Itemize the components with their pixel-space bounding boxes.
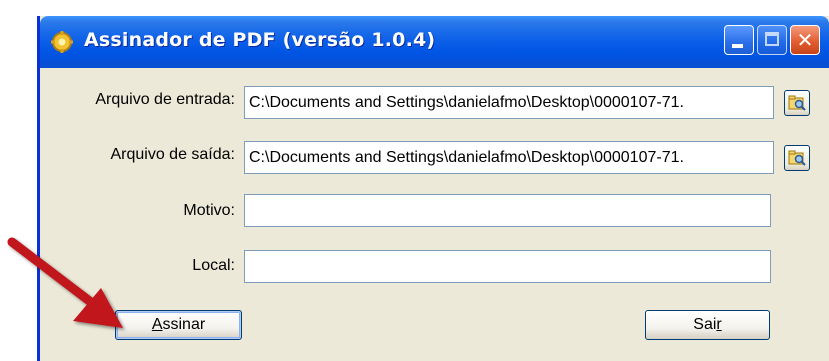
window-title: Assinador de PDF (versão 1.0.4)	[84, 29, 436, 51]
output-file-field[interactable]: C:\Documents and Settings\danielafmo\Des…	[244, 141, 774, 174]
red-pointer-arrow	[7, 237, 123, 328]
app-window: Assinador de PDF (versão 1.0.4) ✕ Arquiv…	[37, 16, 829, 361]
close-button[interactable]: ✕	[790, 25, 820, 55]
input-file-field[interactable]: C:\Documents and Settings\danielafmo\Des…	[244, 86, 774, 119]
exit-button[interactable]: Sair	[645, 310, 770, 340]
title-bar[interactable]: Assinador de PDF (versão 1.0.4) ✕	[40, 16, 829, 68]
maximize-button	[757, 25, 787, 55]
screenshot-stage: Assinador de PDF (versão 1.0.4) ✕ Arquiv…	[0, 0, 829, 361]
app-gear-icon	[51, 31, 73, 53]
sign-button-mnemonic: A	[151, 316, 163, 333]
maximize-icon	[765, 32, 779, 46]
browse-folder-icon	[788, 95, 806, 111]
location-input[interactable]	[244, 250, 771, 283]
browse-folder-icon	[788, 150, 806, 166]
close-icon: ✕	[796, 28, 814, 52]
minimize-button[interactable]	[724, 25, 754, 55]
exit-button-mnemonic: r	[716, 316, 722, 333]
input-file-label: Arquivo de entrada:	[95, 91, 235, 108]
output-file-browse-button[interactable]	[784, 145, 810, 171]
sign-button-label: ssinar	[162, 316, 206, 333]
reason-input[interactable]	[244, 194, 771, 227]
minimize-icon	[732, 44, 743, 48]
exit-button-label: Sai	[693, 316, 717, 333]
input-file-browse-button[interactable]	[784, 90, 810, 116]
reason-label: Motivo:	[183, 202, 235, 219]
output-file-label: Arquivo de saída:	[110, 146, 235, 163]
